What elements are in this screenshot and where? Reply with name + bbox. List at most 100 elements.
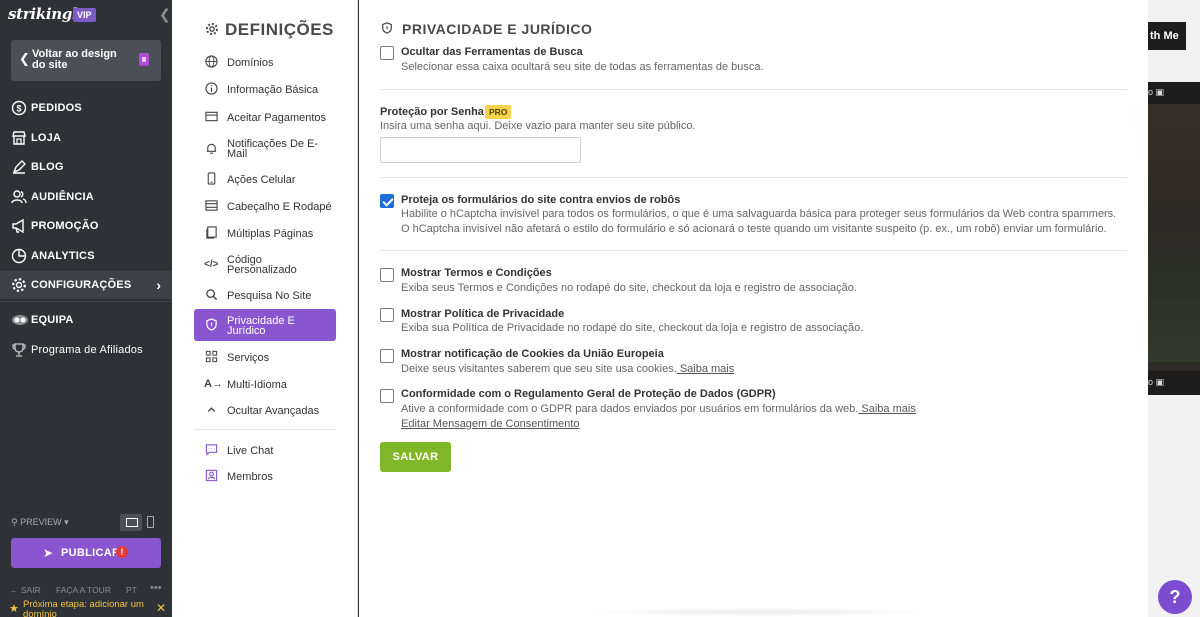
layout-icon <box>204 199 218 213</box>
cookies-learn-more-link[interactable]: Saiba mais <box>677 363 734 375</box>
terms-title: Mostrar Termos e Condições <box>401 267 552 279</box>
hide-search-desc: Selecionar essa caixa ocultará seu site … <box>401 61 764 73</box>
chat-icon <box>204 443 218 457</box>
sidebar-item-configuracoes[interactable]: CONFIGURAÇÕES › <box>0 271 172 299</box>
gdpr-desc: Ative a conformidade com o GDPR para dad… <box>401 403 859 415</box>
settings-item-aceitar-pagamentos[interactable]: Aceitar Pagamentos <box>194 110 336 126</box>
save-button[interactable]: SALVAR <box>380 442 451 472</box>
settings-item-cabecalho-rodape[interactable]: Cabeçalho E Rodapé <box>194 199 336 215</box>
publish-button[interactable]: ➤ PUBLICAR ! <box>11 538 161 568</box>
more-icon[interactable]: ••• <box>150 582 162 594</box>
code-icon: </> <box>204 259 219 270</box>
hcaptcha-desc: Habilite o hCaptcha invisível para todos… <box>401 208 1117 235</box>
settings-item-live-chat[interactable]: Live Chat <box>194 443 336 459</box>
sidebar-item-audiencia[interactable]: AUDIÊNCIA <box>0 183 172 211</box>
shield-icon <box>381 21 393 37</box>
tour-link[interactable]: FAÇA A TOUR <box>56 585 111 595</box>
settings-item-label: Serviços <box>227 352 270 364</box>
settings-item-dominios[interactable]: Domínios <box>194 55 336 71</box>
settings-item-label: Multi-Idioma <box>227 379 287 391</box>
left-sidebar: strikingly VIP ❮ ❮ Voltar ao design do s… <box>0 0 172 617</box>
site-preview-photo <box>1148 104 1200 362</box>
pen-icon <box>11 159 27 175</box>
cookies-checkbox[interactable] <box>380 349 394 363</box>
star-icon: ★ <box>9 603 19 615</box>
gear-icon <box>205 22 219 39</box>
gdpr-checkbox[interactable] <box>380 389 394 403</box>
settings-item-label: Membros <box>227 471 273 483</box>
shield-icon <box>204 318 218 332</box>
settings-nav-divider <box>194 429 336 430</box>
sidebar-item-pedidos[interactable]: $ PEDIDOS <box>0 94 172 122</box>
trophy-icon <box>11 342 27 358</box>
preview-dropdown[interactable]: ⚲ PREVIEW ▾ <box>11 517 69 528</box>
site-preview-strip: o ▣ <box>1148 371 1200 395</box>
sidebar-item-label: LOJA <box>31 132 62 144</box>
settings-item-acoes-celular[interactable]: Ações Celular <box>194 172 336 188</box>
logout-link[interactable]: ← SAIR <box>10 585 41 595</box>
member-icon <box>204 469 218 483</box>
sidebar-item-loja[interactable]: LOJA <box>0 124 172 152</box>
settings-item-multiplas-paginas[interactable]: Múltiplas Páginas <box>194 226 336 242</box>
settings-item-codigo-personalizado[interactable]: </> Código Personalizado <box>194 254 336 276</box>
settings-item-multi-idioma[interactable]: A→ Multi-Idioma <box>194 377 336 393</box>
chevron-up-icon <box>204 403 218 417</box>
sidebar-item-afiliados[interactable]: Programa de Afiliados <box>0 336 172 364</box>
language-selector[interactable]: PT <box>126 585 137 595</box>
settings-item-notificacoes[interactable]: Notificações De E-Mail <box>194 138 336 160</box>
next-step-banner[interactable]: ★ Próxima etapa: adicionar um domínio ✕ <box>0 597 172 617</box>
settings-item-label: Notificações De E-Mail <box>227 138 319 160</box>
card-icon <box>204 110 218 124</box>
mobile-icon[interactable] <box>147 516 154 528</box>
gear-icon <box>11 277 27 293</box>
settings-nav: DEFINIÇÕES Domínios Informação Básica Ac… <box>172 0 358 617</box>
password-input[interactable] <box>380 137 581 163</box>
settings-item-label: Código Personalizado <box>227 254 297 276</box>
settings-item-label: Domínios <box>227 57 274 69</box>
settings-item-label: Live Chat <box>227 445 274 457</box>
users-icon <box>11 189 27 205</box>
gdpr-learn-more-link[interactable]: Saiba mais <box>858 403 915 415</box>
close-icon[interactable]: ✕ <box>156 601 166 615</box>
bell-icon <box>204 142 218 156</box>
hcaptcha-checkbox[interactable] <box>380 194 394 208</box>
chevron-left-icon[interactable]: ❮ <box>159 6 171 23</box>
privacy-policy-checkbox[interactable] <box>380 308 394 322</box>
settings-item-ocultar-avancadas[interactable]: Ocultar Avançadas <box>194 403 336 419</box>
pages-icon <box>204 226 218 240</box>
sidebar-item-label: BLOG <box>31 161 64 173</box>
terms-checkbox[interactable] <box>380 268 394 282</box>
sidebar-item-blog[interactable]: BLOG <box>0 153 172 181</box>
settings-item-servicos[interactable]: Serviços <box>194 350 336 366</box>
back-to-design-button[interactable]: ❮ Voltar ao design do site <box>11 40 161 81</box>
page-title: PRIVACIDADE E JURÍDICO <box>381 21 592 37</box>
site-design-icon <box>139 53 149 66</box>
settings-item-label: Informação Básica <box>227 84 319 96</box>
desktop-icon[interactable] <box>120 514 142 531</box>
site-preview-button: th Me <box>1148 22 1186 50</box>
hide-search-title: Ocultar das Ferramentas de Busca <box>401 46 583 58</box>
help-button[interactable]: ? <box>1158 580 1192 614</box>
settings-title: DEFINIÇÕES <box>205 20 334 40</box>
sidebar-item-equipa[interactable]: EQUIPA <box>0 306 172 334</box>
settings-item-label: Ocultar Avançadas <box>227 405 320 417</box>
cookies-desc-row: Deixe seus visitantes saberem que seu si… <box>401 362 734 377</box>
section-divider <box>380 250 1127 251</box>
settings-item-informacao-basica[interactable]: Informação Básica <box>194 82 336 98</box>
team-icon <box>11 312 28 328</box>
terms-desc: Exiba seus Termos e Condições no rodapé … <box>401 282 857 294</box>
password-desc: Insira uma senha aqui. Deixe vazio para … <box>380 120 696 132</box>
settings-item-privacidade[interactable]: Privacidade E Jurídico <box>194 309 336 341</box>
hide-search-checkbox[interactable] <box>380 46 394 60</box>
sidebar-item-promocao[interactable]: PROMOÇÃO <box>0 212 172 240</box>
settings-item-membros[interactable]: Membros <box>194 469 336 485</box>
settings-item-label: Cabeçalho E Rodapé <box>227 201 332 213</box>
settings-item-pesquisa[interactable]: Pesquisa No Site <box>194 288 336 304</box>
preview-row: ⚲ PREVIEW ▾ <box>0 512 172 532</box>
sidebar-item-analytics[interactable]: ANALYTICS <box>0 242 172 270</box>
settings-title-label: DEFINIÇÕES <box>225 20 334 39</box>
vip-badge: VIP <box>73 8 96 22</box>
edit-consent-link[interactable]: Editar Mensagem de Consentimento <box>401 417 580 432</box>
pro-badge: PRO <box>485 105 512 119</box>
scroll-shadow <box>579 607 939 617</box>
